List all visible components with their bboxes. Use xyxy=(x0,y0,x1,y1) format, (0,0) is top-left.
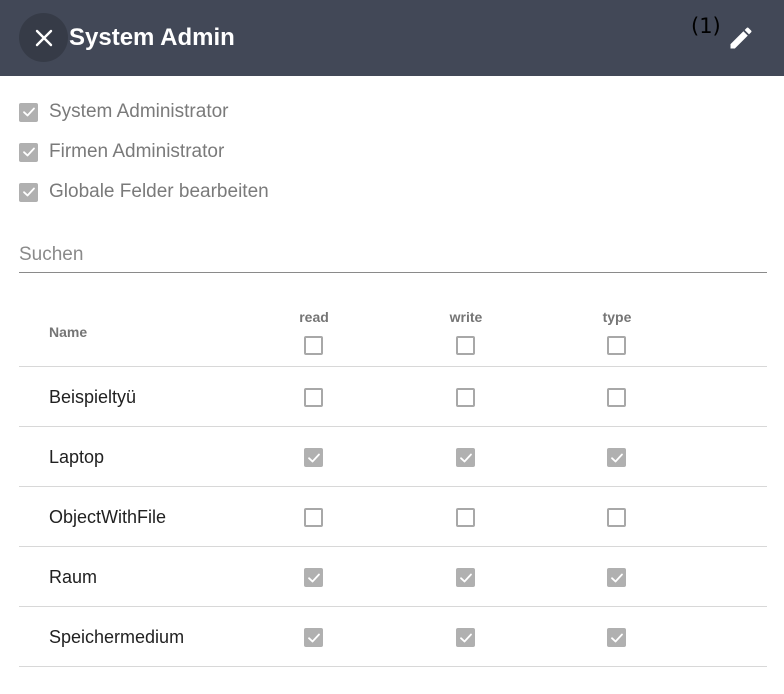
permission-checkbox[interactable] xyxy=(19,182,38,202)
permissions-table: Name read write type Beispieltyü Laptop Ob… xyxy=(19,297,767,667)
permission-label: System Administrator xyxy=(49,101,229,122)
table-body: Beispieltyü Laptop ObjectWithFile Raum Speic… xyxy=(19,367,767,667)
selection-count: (1) xyxy=(691,14,721,38)
row-write-checkbox[interactable] xyxy=(456,628,475,650)
checkmark-icon xyxy=(610,453,623,462)
row-write-checkbox[interactable] xyxy=(456,448,475,470)
row-name: Raum xyxy=(49,567,98,587)
dialog-title: System Admin xyxy=(69,24,235,51)
checkmark-icon xyxy=(22,187,35,197)
row-read-checkbox[interactable] xyxy=(304,508,323,532)
close-icon xyxy=(35,29,52,46)
checkmark-icon xyxy=(307,453,320,462)
checkmark-icon xyxy=(307,633,320,642)
row-type-checkbox[interactable] xyxy=(607,388,626,412)
search-input[interactable] xyxy=(19,238,767,273)
permission-option[interactable]: Firmen Administrator xyxy=(19,140,224,164)
select-all-write-checkbox[interactable] xyxy=(456,336,475,360)
row-name: ObjectWithFile xyxy=(49,507,167,527)
dialog-header: System Admin (1) xyxy=(0,0,784,76)
table-row: Raum xyxy=(19,547,767,607)
checkmark-icon xyxy=(22,147,35,157)
checkmark-icon xyxy=(610,573,623,582)
row-type-checkbox[interactable] xyxy=(607,508,626,532)
checkmark-icon xyxy=(459,573,472,582)
row-write-checkbox[interactable] xyxy=(456,508,475,532)
column-header-name: Name xyxy=(49,324,88,340)
row-name: Laptop xyxy=(49,447,105,467)
select-all-type-checkbox[interactable] xyxy=(607,336,626,360)
row-type-checkbox[interactable] xyxy=(607,568,626,590)
table-row: ObjectWithFile xyxy=(19,487,767,547)
row-read-checkbox[interactable] xyxy=(304,628,323,650)
table-header: Name read write type xyxy=(19,297,767,367)
permission-option[interactable]: Globale Felder bearbeiten xyxy=(19,180,269,204)
row-write-checkbox[interactable] xyxy=(456,568,475,590)
checkmark-icon xyxy=(610,633,623,642)
row-name: Beispieltyü xyxy=(49,387,137,407)
close-button[interactable] xyxy=(19,13,68,62)
column-header-write: write xyxy=(449,309,483,325)
row-read-checkbox[interactable] xyxy=(304,568,323,590)
row-type-checkbox[interactable] xyxy=(607,448,626,470)
pencil-icon xyxy=(730,27,752,49)
checkmark-icon xyxy=(22,107,35,117)
permission-checkbox[interactable] xyxy=(19,102,38,122)
permission-option[interactable]: System Administrator xyxy=(19,100,229,124)
row-read-checkbox[interactable] xyxy=(304,388,323,412)
edit-button[interactable] xyxy=(724,21,758,55)
select-all-read-checkbox[interactable] xyxy=(304,336,323,360)
table-row: Speichermedium xyxy=(19,607,767,667)
checkmark-icon xyxy=(459,453,472,462)
row-write-checkbox[interactable] xyxy=(456,388,475,412)
row-read-checkbox[interactable] xyxy=(304,448,323,470)
column-header-read: read xyxy=(299,309,329,325)
checkmark-icon xyxy=(459,633,472,642)
row-name: Speichermedium xyxy=(49,627,185,647)
permission-checkbox[interactable] xyxy=(19,142,38,162)
permission-label: Firmen Administrator xyxy=(49,141,225,162)
table-row: Beispieltyü xyxy=(19,367,767,427)
row-type-checkbox[interactable] xyxy=(607,628,626,650)
permission-label: Globale Felder bearbeiten xyxy=(49,181,269,202)
checkmark-icon xyxy=(307,573,320,582)
column-header-type: type xyxy=(602,309,632,325)
table-row: Laptop xyxy=(19,427,767,487)
